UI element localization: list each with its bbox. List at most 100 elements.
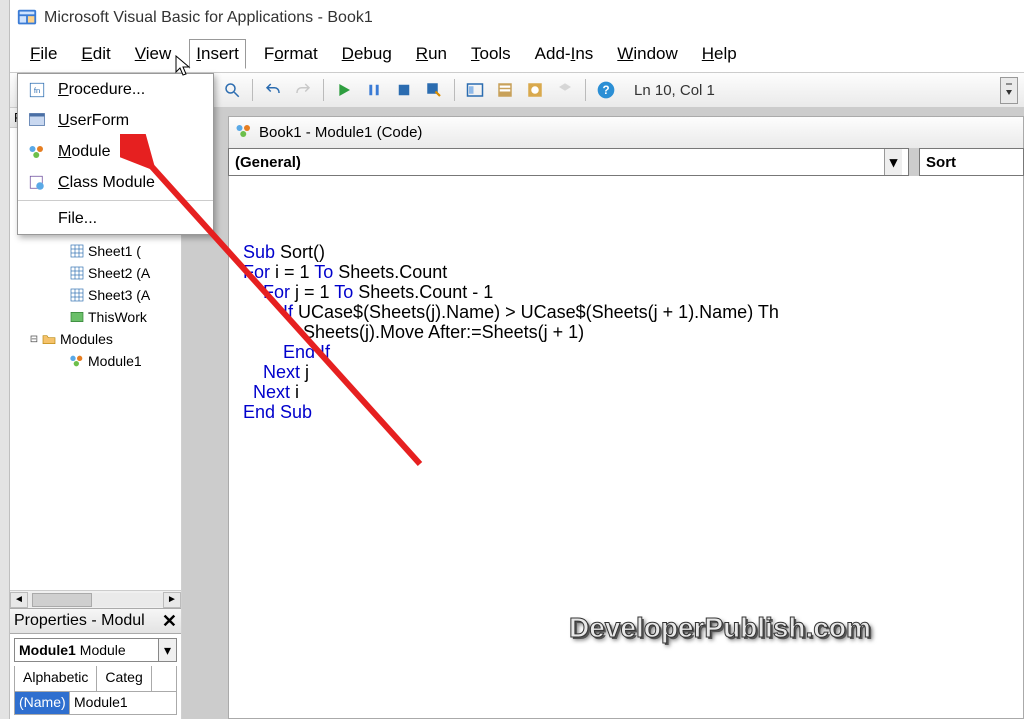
cursor-position-status: Ln 10, Col 1 [634,82,715,99]
code-line: End If [243,342,1023,362]
menu-item-icon [24,141,50,163]
cursor-icon [175,55,193,77]
menu-item-label: Class Module [58,174,155,192]
menubar: File Edit View Insert Format Debug Run Tools Add… [0,36,1024,72]
vba-app-icon [16,7,38,29]
scroll-track[interactable] [28,593,163,607]
menu-tools[interactable]: Tools [465,40,517,68]
code-line: If UCase$(Sheets(j).Name) > UCase$(Sheet… [243,302,1023,322]
menu-item-icon [24,110,50,132]
menu-debug[interactable]: Debug [336,40,398,68]
tree-item-icon [68,286,86,304]
project-tree-hscroll[interactable]: ◄ ► [10,590,181,608]
tree-item-label: ThisWork [88,309,147,325]
toolbox-icon[interactable] [553,78,577,102]
chevron-down-icon[interactable]: ▾ [158,639,176,661]
code-editor[interactable]: DeveloperPublish.com Sub Sort()For i = 1… [228,176,1024,719]
properties-tabs: Alphabetic Categ [14,666,177,692]
code-object-value: (General) [235,154,301,171]
tree-item[interactable]: Module1 [10,350,179,372]
code-line: Sub Sort() [243,242,1023,262]
property-value-cell[interactable]: Module1 [70,692,176,714]
code-line: Next j [243,362,1023,382]
menu-edit[interactable]: Edit [75,40,116,68]
tree-item-icon [68,352,86,370]
menu-run[interactable]: Run [410,40,453,68]
watermark: DeveloperPublish.com [569,618,871,638]
left-gray-strip [0,0,10,719]
titlebar: Microsoft Visual Basic for Applications … [0,0,1024,36]
code-line: Sheets(j).Move After:=Sheets(j + 1) [243,322,1023,342]
tree-item-icon [68,308,86,326]
tree-item[interactable]: Sheet2 (A [10,262,179,284]
code-line: End Sub [243,402,1023,422]
tree-item-label: Modules [60,331,113,347]
run-icon[interactable] [332,78,356,102]
app-title: Microsoft Visual Basic for Applications … [44,9,373,27]
tab-alphabetic[interactable]: Alphabetic [15,666,97,691]
find-icon[interactable] [220,78,244,102]
stop-icon[interactable] [392,78,416,102]
code-window-title: Book1 - Module1 (Code) [259,124,422,141]
menu-item-icon [24,172,50,194]
property-name-cell[interactable]: (Name) [15,692,70,714]
tree-item[interactable]: Sheet1 ( [10,240,179,262]
tree-item-label: Sheet3 (A [88,287,150,303]
insert-menu-module[interactable]: Module [18,136,213,167]
insert-menu-userform[interactable]: UserForm [18,105,213,136]
code-object-dropdown[interactable]: (General) ▾ [228,148,909,176]
menu-insert[interactable]: Insert [189,39,246,69]
insert-menu-classmodule[interactable]: Class Module [18,167,213,198]
properties-object-dropdown[interactable]: Module1 Module ▾ [14,638,177,662]
menu-help[interactable]: Help [696,40,743,68]
scroll-left-arrow[interactable]: ◄ [10,592,28,608]
properties-object-type: Module [80,642,126,658]
scroll-thumb[interactable] [32,593,92,607]
close-icon[interactable]: ✕ [162,611,177,632]
properties-title: Properties - Modul [14,612,145,630]
code-area: Book1 - Module1 (Code) (General) ▾ Sort … [182,108,1024,719]
code-line: For j = 1 To Sheets.Count - 1 [243,282,1023,302]
tree-item[interactable]: ThisWork [10,306,179,328]
svg-text:?: ? [602,84,609,97]
code-procedure-value: Sort [926,154,956,171]
code-line: For i = 1 To Sheets.Count [243,262,1023,282]
undo-icon[interactable] [261,78,285,102]
project-explorer-icon[interactable] [463,78,487,102]
menu-file[interactable]: File [24,40,63,68]
design-mode-icon[interactable] [422,78,446,102]
tree-item[interactable]: ⊟ Modules [10,328,179,350]
object-browser-icon[interactable] [523,78,547,102]
menu-separator [18,200,213,201]
insert-menu-file[interactable]: File... [18,203,213,234]
code-procedure-dropdown[interactable]: Sort [919,148,1024,176]
help-icon[interactable]: ? [594,78,618,102]
pause-icon[interactable] [362,78,386,102]
menu-view[interactable]: View [129,40,178,68]
tab-categorized[interactable]: Categ [97,666,151,691]
insert-menu-dropdown: fn Procedure... UserForm Module Class Module… [17,73,214,235]
tree-item-label: Sheet1 ( [88,243,141,259]
toolbar-dropdown-arrow[interactable] [1000,77,1018,104]
properties-window-icon[interactable] [493,78,517,102]
chevron-down-icon[interactable]: ▾ [884,149,902,175]
menu-item-label: File... [58,210,97,228]
properties-header: Properties - Modul ✕ [10,608,181,634]
menu-format[interactable]: Format [258,40,324,68]
code-window-icon [235,122,253,144]
menu-item-icon: fn [24,79,50,101]
properties-grid: (Name) Module1 [14,692,177,715]
menu-item-label: Module [58,143,110,161]
menu-item-label: Procedure... [58,81,145,99]
tree-item-icon [68,264,86,282]
tree-item-icon [68,242,86,260]
insert-menu-procedure[interactable]: fn Procedure... [18,74,213,105]
expand-collapse-icon[interactable]: ⊟ [28,334,40,345]
properties-object-name: Module1 [19,642,76,658]
menu-window[interactable]: Window [611,40,683,68]
scroll-right-arrow[interactable]: ► [163,592,181,608]
redo-icon[interactable] [291,78,315,102]
tree-item[interactable]: Sheet3 (A [10,284,179,306]
menu-addins[interactable]: Add-Ins [529,40,600,68]
tree-item-icon [40,330,58,348]
